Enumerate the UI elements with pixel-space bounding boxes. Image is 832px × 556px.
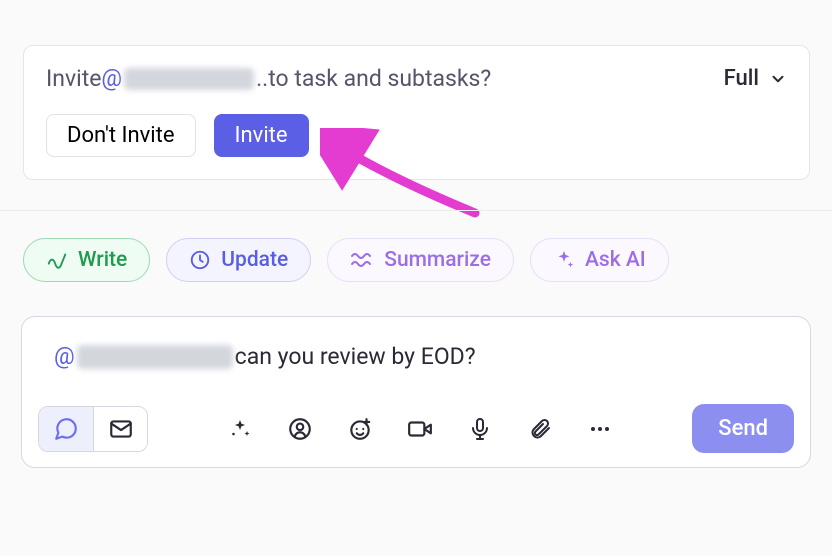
chat-bubble-icon: [53, 416, 79, 442]
ask-ai-label: Ask AI: [585, 248, 646, 272]
invite-actions: Don't Invite Invite: [46, 114, 787, 157]
invite-button[interactable]: Invite: [214, 114, 309, 157]
chat-mode-button[interactable]: [39, 407, 93, 451]
invite-scope-label: Full: [724, 66, 759, 91]
video-button[interactable]: [405, 414, 435, 444]
update-label: Update: [221, 248, 288, 272]
summarize-pill[interactable]: Summarize: [327, 238, 514, 282]
section-divider: [0, 210, 832, 211]
composer-input[interactable]: @ can you review by EOD?: [38, 343, 794, 404]
send-button[interactable]: Send: [692, 404, 794, 453]
at-mention-icon: [287, 416, 313, 442]
mention-button[interactable]: [285, 414, 315, 444]
mention-name-redacted: [124, 68, 254, 90]
attach-button[interactable]: [525, 414, 555, 444]
paperclip-icon: [528, 416, 552, 442]
composer-icon-row: [160, 414, 680, 444]
composer-toolbar: Send: [38, 404, 794, 453]
update-icon: [189, 249, 211, 271]
invite-prefix: Invite: [46, 64, 101, 94]
invite-prompt-text: Invite @ .. to task and subtasks?: [46, 64, 491, 94]
dont-invite-button[interactable]: Don't Invite: [46, 114, 196, 157]
sparkles-icon: [228, 417, 252, 441]
ai-action-pills: Write Update Summarize Ask AI: [23, 238, 669, 282]
ai-sparkle-button[interactable]: [225, 414, 255, 444]
summarize-icon: [350, 249, 374, 271]
mail-icon: [108, 416, 134, 442]
mic-button[interactable]: [465, 414, 495, 444]
more-button[interactable]: [585, 414, 615, 444]
emoji-button[interactable]: [345, 414, 375, 444]
composer-message-text: can you review by EOD?: [235, 343, 476, 370]
email-mode-button[interactable]: [93, 407, 147, 451]
invite-prompt-row: Invite @ .. to task and subtasks? Full: [46, 64, 787, 94]
invite-suffix: to task and subtasks?: [268, 64, 491, 94]
comment-composer: @ can you review by EOD?: [21, 316, 811, 468]
update-pill[interactable]: Update: [166, 238, 311, 282]
mention-at-symbol: @: [101, 64, 122, 94]
chevron-down-icon: [769, 70, 787, 88]
microphone-icon: [468, 416, 492, 442]
composer-mode-toggle: [38, 406, 148, 452]
invite-prompt-card: Invite @ .. to task and subtasks? Full D…: [23, 45, 810, 180]
write-icon: [46, 249, 68, 271]
write-pill[interactable]: Write: [23, 238, 150, 282]
composer-mention-at: @: [54, 343, 75, 370]
ask-ai-pill[interactable]: Ask AI: [530, 238, 669, 282]
write-label: Write: [78, 248, 127, 272]
video-icon: [406, 416, 434, 442]
invite-ellipsis: ..: [256, 64, 268, 94]
composer-mention-redacted: [77, 345, 233, 369]
summarize-label: Summarize: [384, 248, 491, 272]
sparkle-icon: [553, 249, 575, 271]
emoji-plus-icon: [347, 416, 373, 442]
more-dots-icon: [587, 417, 613, 441]
invite-scope-dropdown[interactable]: Full: [724, 66, 787, 91]
